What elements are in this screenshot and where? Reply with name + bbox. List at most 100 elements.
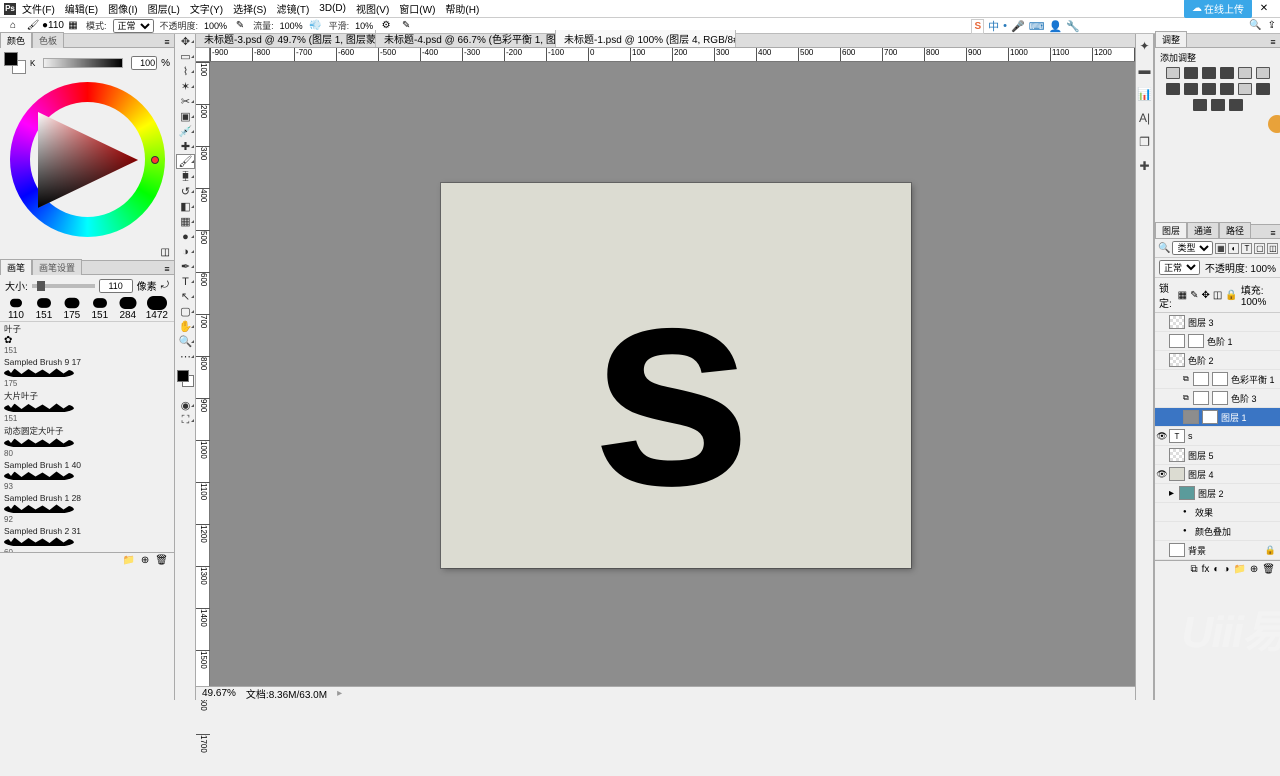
brush-list[interactable]: 叶子✿151 Sampled Brush 9 17175 大片叶子151 动态圆… — [0, 322, 174, 552]
ruler-origin[interactable] — [196, 48, 210, 62]
ruler-horizontal[interactable]: -900-800-700-600-500-400-300-200-1000100… — [210, 48, 1135, 62]
layer-name[interactable]: 图层 4 — [1188, 468, 1278, 481]
layer-row[interactable]: 图层 5 — [1155, 446, 1280, 465]
search-icon[interactable]: 🔍 — [1249, 20, 1261, 31]
brush-tool[interactable]: 🖌 — [176, 154, 195, 169]
ime-kbd-icon[interactable]: ⌨ — [1029, 20, 1045, 33]
layer-name[interactable]: 图层 5 — [1188, 449, 1278, 462]
adj-hue-icon[interactable] — [1256, 67, 1270, 79]
layer-thumb[interactable] — [1169, 467, 1185, 481]
filter-adj-icon[interactable]: ◐ — [1228, 243, 1239, 254]
adj-posterize-icon[interactable] — [1256, 83, 1270, 95]
home-icon[interactable]: ⌂ — [6, 19, 20, 33]
smooth-value[interactable]: 10% — [355, 21, 373, 31]
gray-value-input[interactable] — [131, 56, 157, 70]
tab-brushes[interactable]: 画笔 — [0, 259, 32, 275]
dock-icon-6[interactable]: ✚ — [1136, 154, 1153, 178]
lock-all-icon[interactable]: 🔒 — [1225, 290, 1237, 301]
tab-layers[interactable]: 图层 — [1155, 222, 1187, 238]
ime-person-icon[interactable]: 👤 — [1049, 20, 1063, 33]
menu-3d[interactable]: 3D(D) — [319, 3, 346, 14]
rectangle-tool[interactable]: ▢ — [176, 304, 195, 319]
preset-151b[interactable]: 151 — [90, 296, 110, 321]
preset-175[interactable]: 175 — [62, 296, 82, 321]
tab-channels[interactable]: 通道 — [1187, 222, 1219, 238]
layer-style-icon[interactable]: fx — [1202, 564, 1210, 575]
mask-thumb[interactable] — [1212, 391, 1228, 405]
blur-tool[interactable]: ● — [176, 229, 195, 244]
collapse-icon[interactable]: ▸ — [1169, 488, 1179, 499]
healing-tool[interactable]: ✚ — [176, 139, 195, 154]
adjustments-menu-icon[interactable]: ≡ — [1266, 37, 1280, 47]
foreground-color-swatch[interactable] — [4, 52, 18, 66]
adj-threshold-icon[interactable] — [1193, 99, 1207, 111]
delete-layer-icon[interactable]: 🗑 — [1262, 564, 1275, 575]
mode-select[interactable]: 正常 — [113, 19, 154, 33]
menu-view[interactable]: 视图(V) — [356, 1, 389, 16]
hue-handle[interactable] — [151, 156, 159, 164]
status-more-icon[interactable]: ▸ — [337, 688, 342, 699]
mask-thumb[interactable] — [1188, 334, 1204, 348]
brush-thumb-icon[interactable]: ● 110 — [46, 19, 60, 33]
adj-exposure-icon[interactable] — [1220, 67, 1234, 79]
menu-help[interactable]: 帮助(H) — [445, 1, 479, 16]
layer-thumb[interactable] — [1169, 448, 1185, 462]
delete-brush-icon[interactable]: 🗑 — [155, 555, 168, 566]
dock-icon-4[interactable]: A| — [1136, 106, 1153, 130]
new-layer-icon[interactable]: ⊕ — [1250, 564, 1258, 575]
ime-mic-icon[interactable]: 🎤 — [1011, 20, 1025, 33]
share-icon[interactable]: ⇪ — [1268, 20, 1276, 31]
menu-image[interactable]: 图像(I) — [108, 1, 137, 16]
new-group-icon[interactable]: 📁 — [1233, 564, 1245, 575]
notification-dot[interactable] — [1268, 115, 1280, 133]
dock-icon-2[interactable]: ▬ — [1136, 58, 1153, 82]
brush-name[interactable]: Sampled Brush 9 17 — [4, 357, 170, 367]
brush-name[interactable]: Sampled Brush 1 40 — [4, 460, 170, 470]
layer-row[interactable]: ⧉色彩平衡 1 — [1155, 370, 1280, 389]
brush-name[interactable]: 动态圆定大叶子 — [4, 425, 170, 437]
layer-row[interactable]: 色阶 1 — [1155, 332, 1280, 351]
quick-select-tool[interactable]: ✶ — [176, 79, 195, 94]
lock-icon[interactable]: 🔒 — [1263, 545, 1278, 556]
ime-tool-icon[interactable]: 🔧 — [1066, 20, 1080, 33]
layer-name[interactable]: 色阶 1 — [1207, 335, 1278, 348]
hand-tool[interactable]: ✋ — [176, 319, 195, 334]
opacity-value[interactable]: 100% — [204, 21, 227, 31]
color-panel-mini-icon[interactable]: ◫ — [161, 247, 170, 258]
brush-name[interactable]: Sampled Brush 1 28 — [4, 493, 170, 503]
layer-mask-icon[interactable]: ◐ — [1213, 564, 1219, 575]
adj-channel-mixer-icon[interactable] — [1202, 83, 1216, 95]
layer-row[interactable]: 图层 1 — [1155, 408, 1280, 427]
brush-name[interactable]: Sampled Brush 2 31 — [4, 526, 170, 536]
layer-name[interactable]: 效果 — [1195, 506, 1278, 519]
adj-selective-color-icon[interactable] — [1229, 99, 1243, 111]
gradient-tool[interactable]: ▦ — [176, 214, 195, 229]
adj-bw-icon[interactable] — [1166, 83, 1180, 95]
adj-curves-icon[interactable] — [1202, 67, 1216, 79]
gray-slider[interactable] — [43, 58, 123, 68]
layer-thumb[interactable] — [1169, 315, 1185, 329]
brush-size-slider[interactable] — [32, 284, 95, 288]
filter-smart-icon[interactable]: ◫ — [1267, 243, 1278, 254]
adj-photo-filter-icon[interactable] — [1184, 83, 1198, 95]
brush-preset-icon[interactable]: 🖌 — [26, 19, 40, 33]
layer-name[interactable]: 颜色叠加 — [1195, 525, 1278, 538]
dodge-tool[interactable]: ◑ — [176, 244, 195, 259]
screenmode-tool[interactable]: ⛶ — [176, 413, 195, 428]
preset-1472[interactable]: 1472 — [146, 296, 168, 321]
artboard[interactable]: s — [441, 183, 911, 568]
tab-swatches[interactable]: 色板 — [32, 32, 64, 48]
lock-artboard-icon[interactable]: ◫ — [1213, 290, 1222, 301]
lock-position-icon[interactable]: ✥ — [1202, 290, 1210, 301]
layer-name[interactable]: 色阶 2 — [1188, 354, 1278, 367]
visibility-icon[interactable]: 👁 — [1155, 469, 1169, 480]
tab-brush-settings[interactable]: 画笔设置 — [32, 259, 82, 275]
panel-menu-icon[interactable]: ≡ — [160, 37, 174, 47]
eraser-tool[interactable]: ◧ — [176, 199, 195, 214]
preset-151[interactable]: 151 — [34, 296, 54, 321]
zoom-tool[interactable]: 🔍 — [176, 334, 195, 349]
color-wheel[interactable] — [10, 82, 165, 237]
path-select-tool[interactable]: ↖ — [176, 289, 195, 304]
menu-edit[interactable]: 编辑(E) — [65, 1, 98, 16]
marquee-tool[interactable]: ▭ — [176, 49, 195, 64]
